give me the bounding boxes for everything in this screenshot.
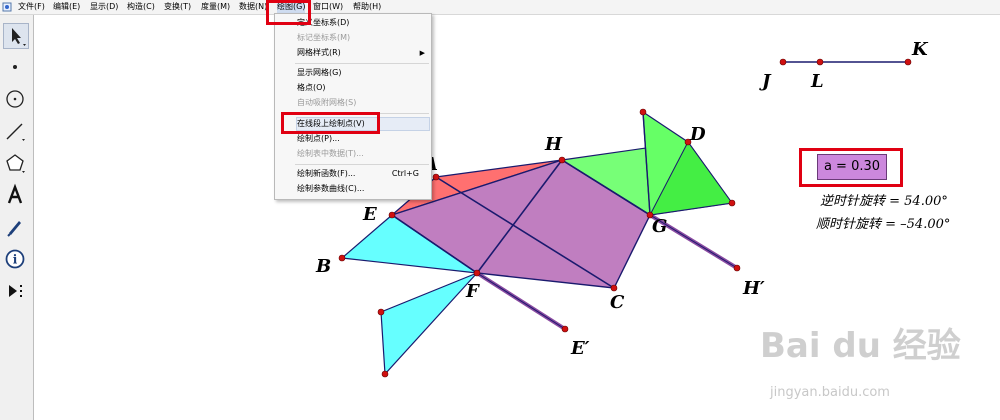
label-l: L bbox=[810, 71, 824, 92]
menu-transform[interactable]: 变换(T) bbox=[164, 0, 191, 14]
label-g: G bbox=[652, 216, 667, 237]
arrow-tool[interactable] bbox=[3, 23, 29, 49]
cw-rotation-measure[interactable]: 顺时针旋转 = –54.00° bbox=[816, 213, 950, 232]
menu-show-grid[interactable]: 显示网格(G) bbox=[297, 67, 341, 79]
shortcut-ctrl-g: Ctrl+G bbox=[391, 169, 419, 178]
label-f: F bbox=[465, 281, 480, 302]
point-f[interactable] bbox=[473, 269, 481, 277]
parameter-highlight-frame bbox=[799, 148, 903, 187]
point-tool[interactable] bbox=[3, 55, 29, 81]
point-c[interactable] bbox=[610, 284, 618, 292]
tool-palette: i bbox=[0, 15, 34, 420]
menu-file[interactable]: 文件(F) bbox=[18, 0, 45, 14]
ccw-rotation-measure[interactable]: 逆时针旋转 = 54.00° bbox=[820, 190, 948, 209]
point-bottom-left[interactable] bbox=[377, 308, 385, 316]
point-top[interactable] bbox=[639, 108, 647, 116]
play-custom-icon bbox=[9, 285, 22, 297]
label-hprime: H′ bbox=[742, 278, 765, 299]
menu-bar: 文件(F) 编辑(E) 显示(D) 构造(C) 变换(T) 度量(M) 数据(N… bbox=[0, 0, 1000, 15]
menu-plot-new-function[interactable]: 绘制新函数(F)... bbox=[297, 168, 355, 180]
menu-help[interactable]: 帮助(H) bbox=[353, 0, 381, 14]
label-eprime: E′ bbox=[570, 338, 590, 359]
label-b: B bbox=[315, 256, 331, 277]
menu-grid-style[interactable]: 网格样式(R) bbox=[297, 47, 341, 59]
app-icon bbox=[2, 2, 12, 12]
label-e: E bbox=[362, 204, 377, 225]
menu-plot-parametric-curve[interactable]: 绘制参数曲线(C)... bbox=[297, 183, 364, 195]
point-right[interactable] bbox=[728, 199, 736, 207]
compass-tool[interactable] bbox=[3, 87, 29, 113]
arrow-select-icon bbox=[12, 28, 26, 46]
info-icon: i bbox=[5, 249, 25, 269]
baidu-watermark: Bai du 经验 bbox=[760, 326, 961, 366]
label-c: C bbox=[610, 292, 625, 313]
cyan-triangle-bottom[interactable] bbox=[380, 272, 478, 376]
label-j: J bbox=[759, 71, 772, 92]
pen-icon bbox=[7, 221, 21, 237]
marker-tool[interactable] bbox=[3, 215, 29, 241]
menu-grid-points[interactable]: 格点(O) bbox=[297, 82, 326, 94]
menu-snap-to-grid[interactable]: 自动吸附网格(S) bbox=[297, 97, 356, 109]
circle-icon bbox=[6, 90, 24, 108]
line-segment-icon bbox=[6, 123, 25, 141]
menu-construct[interactable]: 构造(C) bbox=[127, 0, 155, 14]
point-j[interactable] bbox=[779, 58, 787, 66]
menu-separator bbox=[295, 164, 429, 165]
plot-point-highlight-frame bbox=[281, 112, 380, 134]
menu-mark-coordinate-system[interactable]: 标记坐标系(M) bbox=[297, 32, 350, 44]
point-hprime[interactable] bbox=[733, 264, 741, 272]
menu-measure[interactable]: 度量(M) bbox=[201, 0, 230, 14]
svg-text:i: i bbox=[13, 253, 18, 267]
menu-data[interactable]: 数据(N) bbox=[239, 0, 267, 14]
point-h[interactable] bbox=[558, 156, 566, 164]
polygon-tool[interactable] bbox=[3, 151, 29, 177]
menu-edit[interactable]: 编辑(E) bbox=[53, 0, 80, 14]
label-d: D bbox=[689, 124, 706, 145]
straightedge-tool[interactable] bbox=[3, 119, 29, 145]
label-h: H bbox=[544, 134, 563, 155]
menu-plot-table-data[interactable]: 绘制表中数据(T)... bbox=[297, 148, 364, 160]
point-e[interactable] bbox=[388, 211, 396, 219]
point-b[interactable] bbox=[338, 254, 346, 262]
point-icon bbox=[13, 65, 17, 69]
pentagon-icon bbox=[6, 154, 25, 173]
point-eprime[interactable] bbox=[561, 325, 569, 333]
menu-plot-points[interactable]: 绘制点(P)... bbox=[297, 133, 340, 145]
information-tool[interactable]: i bbox=[3, 247, 29, 273]
graph-menu-dropdown: 定义坐标系(D) 标记坐标系(M) 网格样式(R) ▶ 显示网格(G) 格点(O… bbox=[274, 13, 432, 200]
text-a-icon bbox=[7, 183, 23, 204]
custom-tool[interactable] bbox=[3, 279, 29, 305]
label-k: K bbox=[911, 39, 929, 60]
menu-display[interactable]: 显示(D) bbox=[90, 0, 118, 14]
point-bottom[interactable] bbox=[381, 370, 389, 378]
menu-window[interactable]: 窗口(W) bbox=[313, 0, 343, 14]
point-l[interactable] bbox=[816, 58, 824, 66]
point-k[interactable] bbox=[904, 58, 912, 66]
text-tool[interactable] bbox=[3, 183, 29, 209]
graph-menu-highlight-frame bbox=[266, 0, 311, 25]
menu-separator bbox=[295, 63, 429, 64]
submenu-arrow-icon: ▶ bbox=[419, 49, 425, 57]
baidu-watermark-url: jingyan.baidu.com bbox=[770, 385, 890, 400]
